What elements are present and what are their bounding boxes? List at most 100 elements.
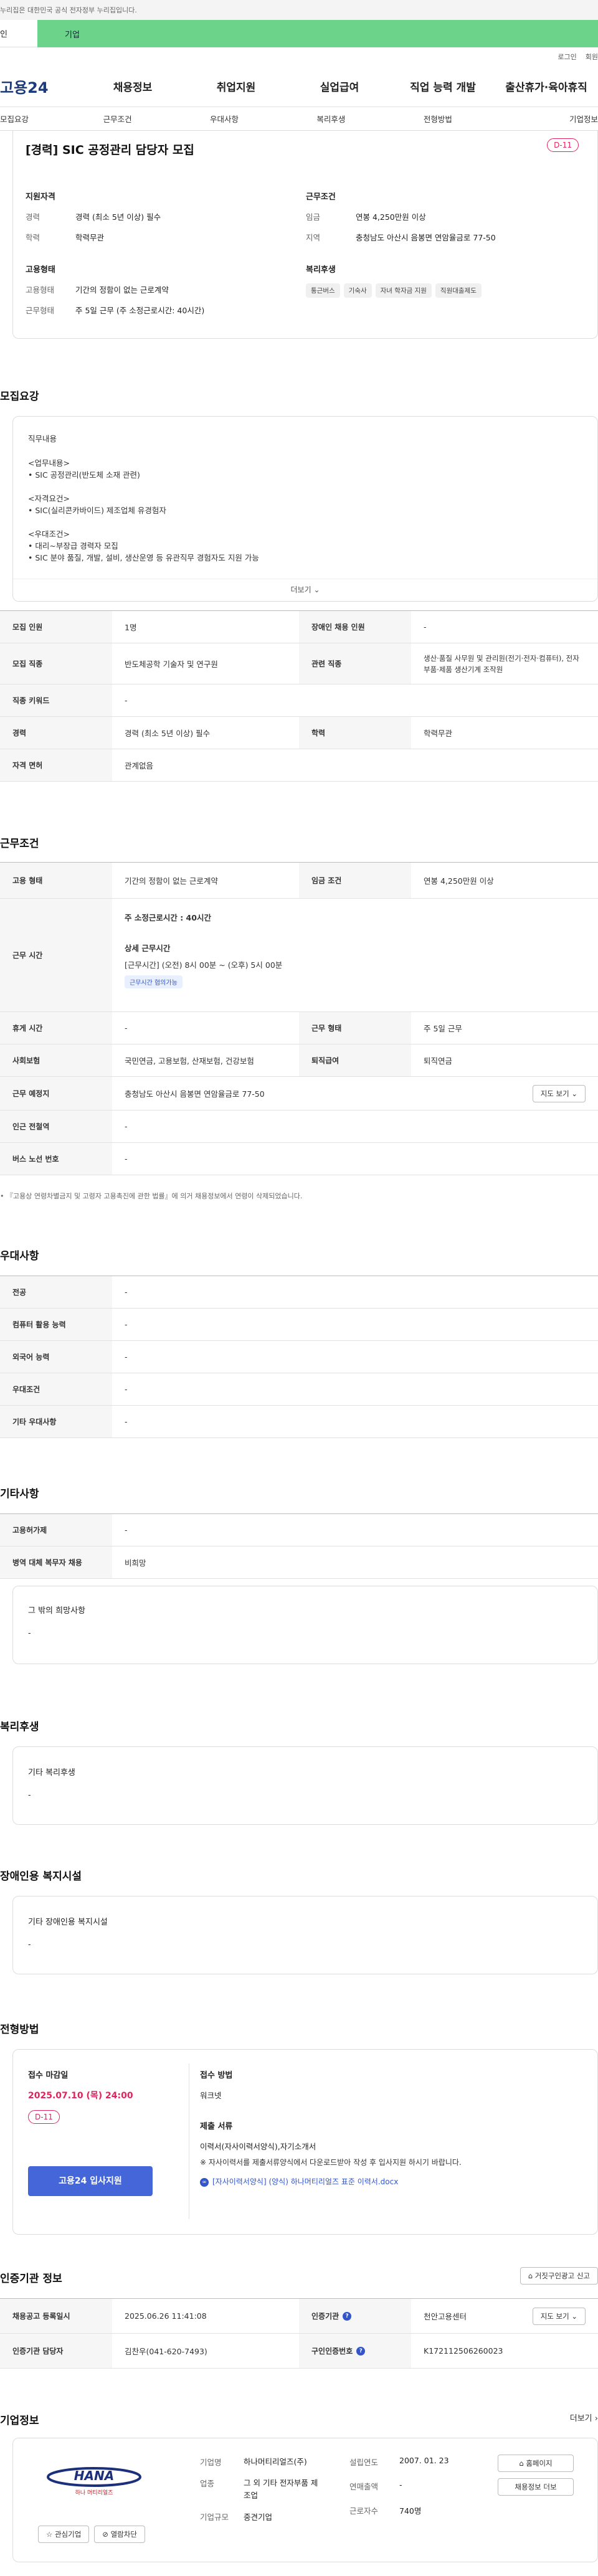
docs-file-name: [자사이력서양식] (양식) 하나머티리얼즈 표준 이력서.docx [212,2177,399,2186]
favorite-company-button[interactable]: ☆ 관심기업 [38,2526,90,2543]
table-value: - [125,1385,128,1394]
cond-value: 충청남도 아산시 음봉면 연암율금로 77-50 [356,233,496,242]
welfare-block: 복리후생 통근버스 기숙사 자녀 학자금 지원 직원대출제도 [306,263,586,324]
subnav-company[interactable]: 기업정보 [491,113,598,125]
homepage-button[interactable]: ⌂ 홈페이지 [498,2455,574,2472]
table-value: 김찬우(041-620-7493) [125,2347,207,2356]
table-key: 장애인 채용 인원 [299,611,411,643]
hours-detail-title: 상세 근무시간 [125,944,171,953]
hours-cell: 주 소정근로시간 : 40시간 상세 근무시간 [근무시간] (오전) 8시 0… [112,899,598,1011]
util-links: 로그인 회원 [0,47,598,66]
table-value: - [125,1320,128,1329]
table-row: 근무 예정지 충청남도 아산시 음봉면 연암율금로 77-50 지도 보기 ⌄ [0,1077,598,1110]
company-more-link[interactable]: 더보기 › [570,2412,598,2423]
docs-value: 이력서(자사이력서양식),자기소개서 [200,2142,316,2151]
hours-main-row: 주 소정근로시간 : 40시간 [125,911,586,923]
login-link[interactable]: 로그인 [558,52,576,62]
fav-label: 관심기업 [54,2530,82,2539]
site-logo[interactable]: 고용24 [0,75,81,97]
org-cell: 천안고용센터 지도 보기 ⌄ [411,2299,598,2333]
method-label: 접수 방법 [200,2071,233,2080]
table-row: 채용공고 등록일시 2025.06.26 11:41:08 인증기관? 천안고용… [0,2299,598,2334]
subnav-recruit[interactable]: 모집요강 [0,113,64,125]
table-key: 우대조건 [0,1373,112,1405]
table-row: 자격 면허 관계없음 [0,749,598,782]
gnb-item-employment-support[interactable]: 취업지원 [184,78,288,94]
company-value: 하나머티리얼즈(주) [244,2457,307,2466]
docs-file-link[interactable]: ∞ [자사이력서양식] (양식) 하나머티리얼즈 표준 이력서.docx [200,2176,586,2187]
gnb-item-jobs[interactable]: 채용정보 [81,78,184,94]
subnav-work[interactable]: 근무조건 [64,113,171,125]
company-key: 연매출액 [349,2482,379,2491]
table-key: 사회보험 [0,1044,112,1076]
qual-title: 지원자격 [26,192,55,202]
table-row: 고용허가제 - [0,1514,598,1546]
qual-key: 경력 [26,212,40,222]
age-note: • 『고용상 연령차별금지 및 고령자 고용촉진에 관한 법률』에 의거 채용정… [0,1192,303,1200]
section-title-disabled: 장애인용 복지시설 [0,1870,82,1883]
docs-note: ※ 자사이력서를 제출서류양식에서 다운로드받아 작성 후 입사지원 하시기 바… [200,2158,462,2167]
apply-button[interactable]: 고용24 입사지원 [28,2166,153,2196]
table-value: 국민연금, 고용보험, 산재보험, 건강보험 [125,1056,254,1066]
subnav-process[interactable]: 전형방법 [384,113,491,125]
table-value: - [125,1287,128,1297]
company-key: 기업규모 [200,2512,229,2522]
info-icon[interactable]: ? [356,2346,366,2356]
welfare-badge: 직원대출제도 [435,283,482,298]
table-key: 외국어 능력 [0,1341,112,1373]
table-key: 인증기관 담당자 [0,2334,112,2368]
subnav-pref[interactable]: 우대사항 [171,113,277,125]
tab-business[interactable]: 기업 [37,20,598,47]
table-row: 외국어 능력 - [0,1341,598,1373]
table-value: 연봉 4,250만원 이상 [424,876,494,886]
disabled-box: 기타 장애인용 복지시설 - [12,1896,598,1974]
map-label: 지도 보기 [540,2311,569,2321]
tab-personal[interactable]: 인 [0,20,37,47]
map-label: 지도 보기 [540,1089,569,1098]
work-table: 고용 형태 기간의 정함이 없는 근로계약 임금 조건 연봉 4,250만원 이… [0,862,598,1175]
gnb-item-unemployment[interactable]: 실업급여 [288,78,391,94]
info-icon[interactable]: ? [343,2311,352,2321]
map-button[interactable]: 지도 보기 ⌄ [532,1084,586,1102]
star-icon: ☆ [46,2530,53,2539]
block-view-button[interactable]: ⊘ 열람차단 [94,2526,145,2543]
company-jobs-button[interactable]: 채용정보 더보 [498,2478,574,2496]
join-link[interactable]: 회원 [586,52,598,62]
section-title-company: 기업정보 [0,2415,39,2427]
company-logo-sub: 하나 머티리얼즈 [75,2490,113,2496]
table-row: 모집 직종 반도체공학 기술자 및 연구원 관련 직종 생산·품질 사무원 및 … [0,643,598,684]
section-title-recruit: 모집요강 [0,391,39,403]
method-block: 접수 방법 워크넷 제출 서류 이력서(자사이력서양식),자기소개서 ※ 자사이… [200,2068,586,2187]
other-wish-box: 그 밖의 희망사항 - [12,1586,598,1664]
table-row: 휴게 시간 - 근무 형태 주 5일 근무 [0,1012,598,1044]
table-value: - [125,1352,128,1361]
table-row: 병역 대체 복무자 채용 비희망 [0,1546,598,1579]
hours-main: 주 소정근로시간 : 40시간 [125,913,211,922]
table-value: 2025.06.26 11:41:08 [125,2311,207,2321]
gnb-item-leave[interactable]: 출산휴가·육아휴직 [495,78,598,94]
table-key: 병역 대체 복무자 채용 [0,1546,112,1578]
chevron-right-icon: › [594,2414,598,2423]
section-title-etc: 기타사항 [0,1488,39,1500]
cert-map-button[interactable]: 지도 보기 ⌄ [532,2307,586,2325]
company-box: HANA 하나 머티리얼즈 ☆ 관심기업 ⊘ 열람차단 기업명 하나머티리얼즈(주… [12,2438,598,2562]
detail-more-button[interactable]: 더보기 ⌄ [13,579,597,595]
table-row: 고용 형태 기간의 정함이 없는 근로계약 임금 조건 연봉 4,250만원 이… [0,863,598,899]
subnav-welfare[interactable]: 복리후생 [278,113,384,125]
cond-key: 지역 [306,233,321,242]
company-action-buttons: ☆ 관심기업 ⊘ 열람차단 [38,2526,145,2543]
table-key: 컴퓨터 활용 능력 [0,1309,112,1340]
table-key: 근무 예정지 [0,1077,112,1110]
report-fake-ad-button[interactable]: ⌂ 거짓구인광고 신고 [520,2267,598,2285]
pref-table: 전공 - 컴퓨터 활용 능력 - 외국어 능력 - 우대조건 - 기타 우대사항 - [0,1276,598,1438]
welfare-box-title: 기타 복리후생 [28,1768,75,1778]
job-summary-card: [경력] SIC 공정관리 담당자 모집 D-11 지원자격 경력 경력 (최소 … [12,131,598,339]
table-key: 휴게 시간 [0,1012,112,1044]
table-value: 반도체공학 기술자 및 연구원 [125,660,218,669]
chevron-down-icon: ⌄ [571,1089,577,1098]
gnb-item-training[interactable]: 직업 능력 개발 [391,78,495,94]
welfare-title: 복리후생 [306,265,336,275]
hours-negotiable-badge: 근무시간 협의가능 [125,975,183,988]
table-value: 학력무관 [424,729,453,738]
table-key: 임금 조건 [299,863,411,898]
